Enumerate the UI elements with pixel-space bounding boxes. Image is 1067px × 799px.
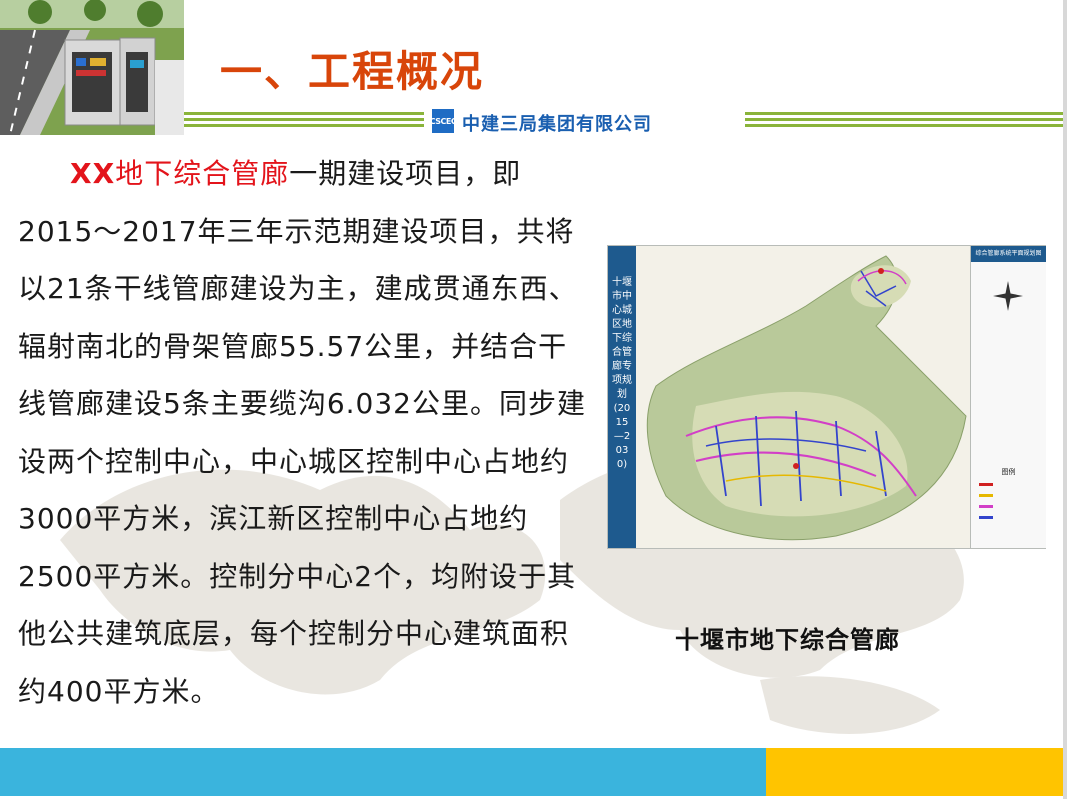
decorative-stripes-right — [745, 112, 1067, 132]
legend-item — [979, 481, 1038, 488]
map-caption: 十堰市地下综合管廊 — [675, 625, 900, 654]
company-logo-text: CSCEC — [429, 116, 457, 126]
legend-item — [979, 514, 1038, 521]
map-side-title-bar: 十堰市中心城区地下综合管廊专项规划(2015—2030) — [608, 246, 636, 548]
project-description: XX地下综合管廊一期建设项目，即2015～2017年三年示范期建设项目，共将以2… — [18, 145, 593, 720]
project-name-rest: 地下综合管廊 — [115, 157, 290, 190]
map-legend-header: 综合管廊系统平面规划图 — [971, 246, 1046, 262]
project-description-text: 一期建设项目，即2015～2017年三年示范期建设项目，共将以21条干线管廊建设… — [18, 157, 586, 708]
map-legend-panel: 综合管廊系统平面规划图 图例 — [970, 246, 1046, 548]
legend-item — [979, 503, 1038, 510]
compass-icon — [993, 281, 1023, 311]
footer-bar-yellow — [766, 748, 1063, 796]
header-tunnel-illustration — [0, 0, 184, 135]
decorative-stripes-left — [184, 112, 424, 132]
legend-item — [979, 492, 1038, 499]
project-name-highlight: XX地下综合管廊 — [70, 157, 289, 190]
company-name: 中建三局集团有限公司 — [462, 114, 652, 135]
company-logo-icon: CSCEC — [429, 109, 457, 133]
map-terrain — [636, 246, 970, 548]
map-side-title: 十堰市中心城区地下综合管廊专项规划(2015—2030) — [612, 277, 632, 470]
right-edge-divider — [1063, 0, 1067, 799]
slide-title: 一、工程概况 — [220, 47, 485, 96]
project-name-prefix: XX — [70, 157, 116, 190]
footer-bar-blue — [0, 748, 766, 796]
map-legend-title: 图例 — [1001, 468, 1016, 476]
planning-map-figure: 十堰市中心城区地下综合管廊专项规划(2015—2030) 综合管廊系统平面规划图… — [607, 245, 1046, 549]
